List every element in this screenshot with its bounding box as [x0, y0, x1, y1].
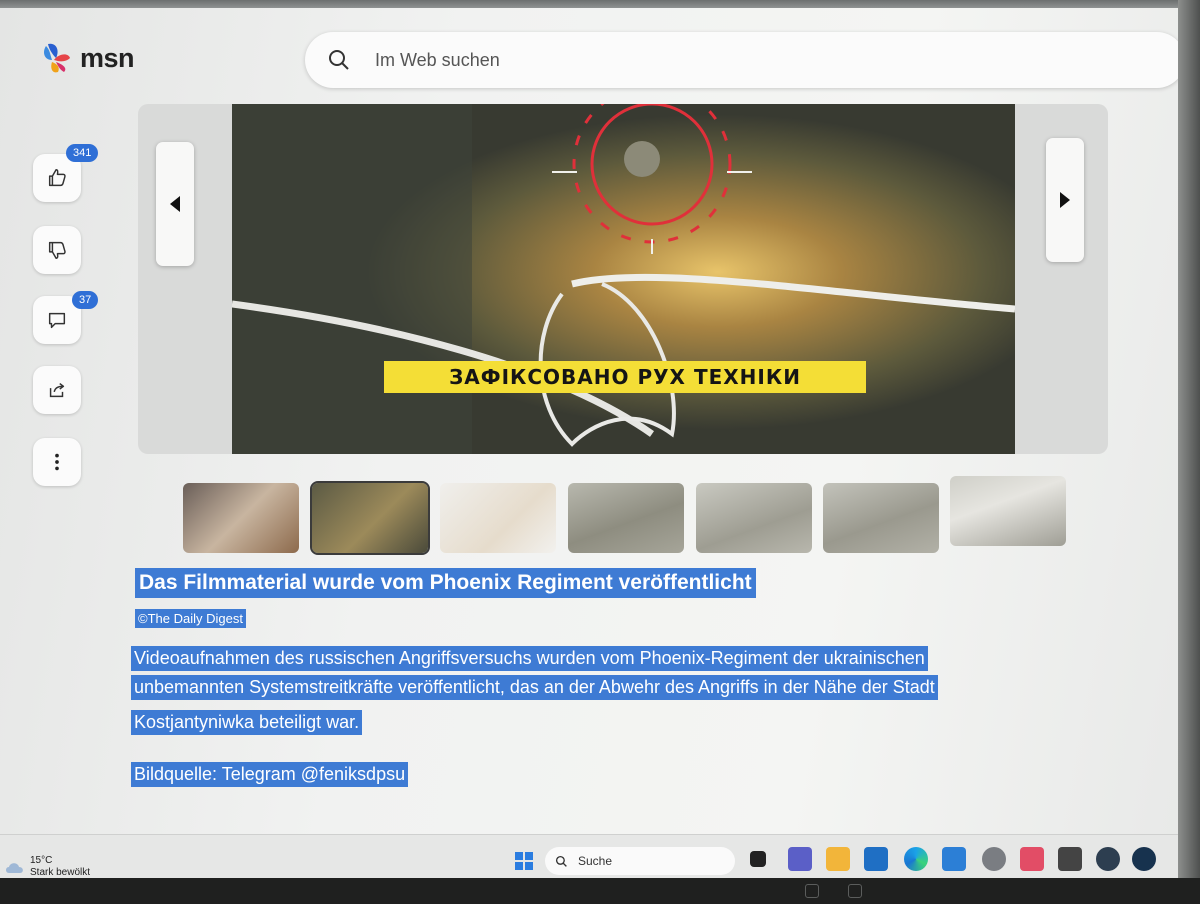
- more-vertical-icon: [55, 453, 59, 471]
- slide-thumbnail-active[interactable]: [310, 481, 430, 555]
- outlook-icon[interactable]: [864, 847, 888, 871]
- monitor-bezel-bottom: [0, 878, 1200, 904]
- slide-thumbnail[interactable]: [950, 476, 1066, 546]
- msn-logo[interactable]: msn: [38, 38, 148, 78]
- slide-thumbnail[interactable]: [568, 483, 684, 553]
- dislike-button[interactable]: [33, 226, 81, 274]
- share-icon: [49, 382, 65, 398]
- previous-slide-button[interactable]: [156, 142, 194, 266]
- windows-taskbar: 15°C Stark bewölkt Suche: [0, 834, 1178, 880]
- msn-butterfly-icon: [44, 43, 70, 73]
- settings-icon[interactable]: [982, 847, 1006, 871]
- bezel-sensor-icon: [805, 884, 819, 898]
- taskbar-search-icon: [555, 855, 567, 867]
- drone-footage-image: [232, 104, 1015, 454]
- article-body-line: Videoaufnahmen des russischen Angriffsve…: [131, 646, 928, 671]
- article-headline: Das Filmmaterial wurde vom Phoenix Regim…: [135, 568, 756, 598]
- weather-temperature: 15°C: [30, 855, 53, 866]
- file-explorer-icon[interactable]: [826, 847, 850, 871]
- edge-icon[interactable]: [904, 847, 928, 871]
- thumbs-down-icon: [48, 241, 66, 259]
- video-caption-band: ЗАФІКСОВАНО РУХ ТЕХНІКИ: [384, 361, 866, 393]
- comments-count-badge: 37: [72, 291, 99, 309]
- web-search-bar[interactable]: [305, 32, 1178, 88]
- article-body-line: Kostjantyniwka beteiligt war.: [131, 710, 363, 735]
- windows-start-icon[interactable]: [514, 851, 534, 871]
- drone-video-frame[interactable]: [232, 104, 1015, 454]
- bezel-sensor-icon: [848, 884, 862, 898]
- article-body-line: unbemannten Systemstreitkräfte veröffent…: [131, 675, 938, 700]
- thumbs-up-icon: [48, 169, 66, 187]
- comment-icon: [48, 312, 66, 329]
- search-input[interactable]: [375, 49, 975, 71]
- cloud-icon: [6, 863, 23, 873]
- slide-thumbnail[interactable]: [696, 483, 812, 553]
- more-options-button[interactable]: [33, 438, 81, 486]
- task-view-icon[interactable]: [750, 851, 766, 867]
- msn-wordmark: msn: [80, 42, 135, 73]
- search-icon: [329, 50, 349, 70]
- next-slide-button[interactable]: [1046, 138, 1084, 262]
- share-button[interactable]: [33, 366, 81, 414]
- weather-widget[interactable]: 15°C Stark bewölkt: [4, 855, 90, 879]
- slide-thumbnail[interactable]: [823, 483, 939, 553]
- browser-screen: msn 341 37: [0, 8, 1178, 880]
- store-icon[interactable]: [942, 847, 966, 871]
- taskbar-search-box[interactable]: Suche: [545, 847, 735, 875]
- steam-icon[interactable]: [1132, 847, 1156, 871]
- chevron-right-icon: [1060, 192, 1070, 208]
- camera-icon[interactable]: [1058, 847, 1082, 871]
- snipping-tool-icon[interactable]: [1020, 847, 1044, 871]
- taskbar-search-label: Suche: [578, 854, 613, 868]
- likes-count-badge: 341: [66, 144, 99, 162]
- monitor-bezel-right: [1178, 0, 1200, 904]
- slide-thumbnail[interactable]: [183, 483, 299, 553]
- image-credit: Bildquelle: Telegram @feniksdpsu: [131, 762, 409, 787]
- article-source[interactable]: ©The Daily Digest: [135, 609, 246, 628]
- slide-thumbnail[interactable]: [440, 483, 556, 553]
- teams-icon[interactable]: [788, 847, 812, 871]
- chevron-left-icon: [170, 196, 180, 212]
- vpn-icon[interactable]: [1096, 847, 1120, 871]
